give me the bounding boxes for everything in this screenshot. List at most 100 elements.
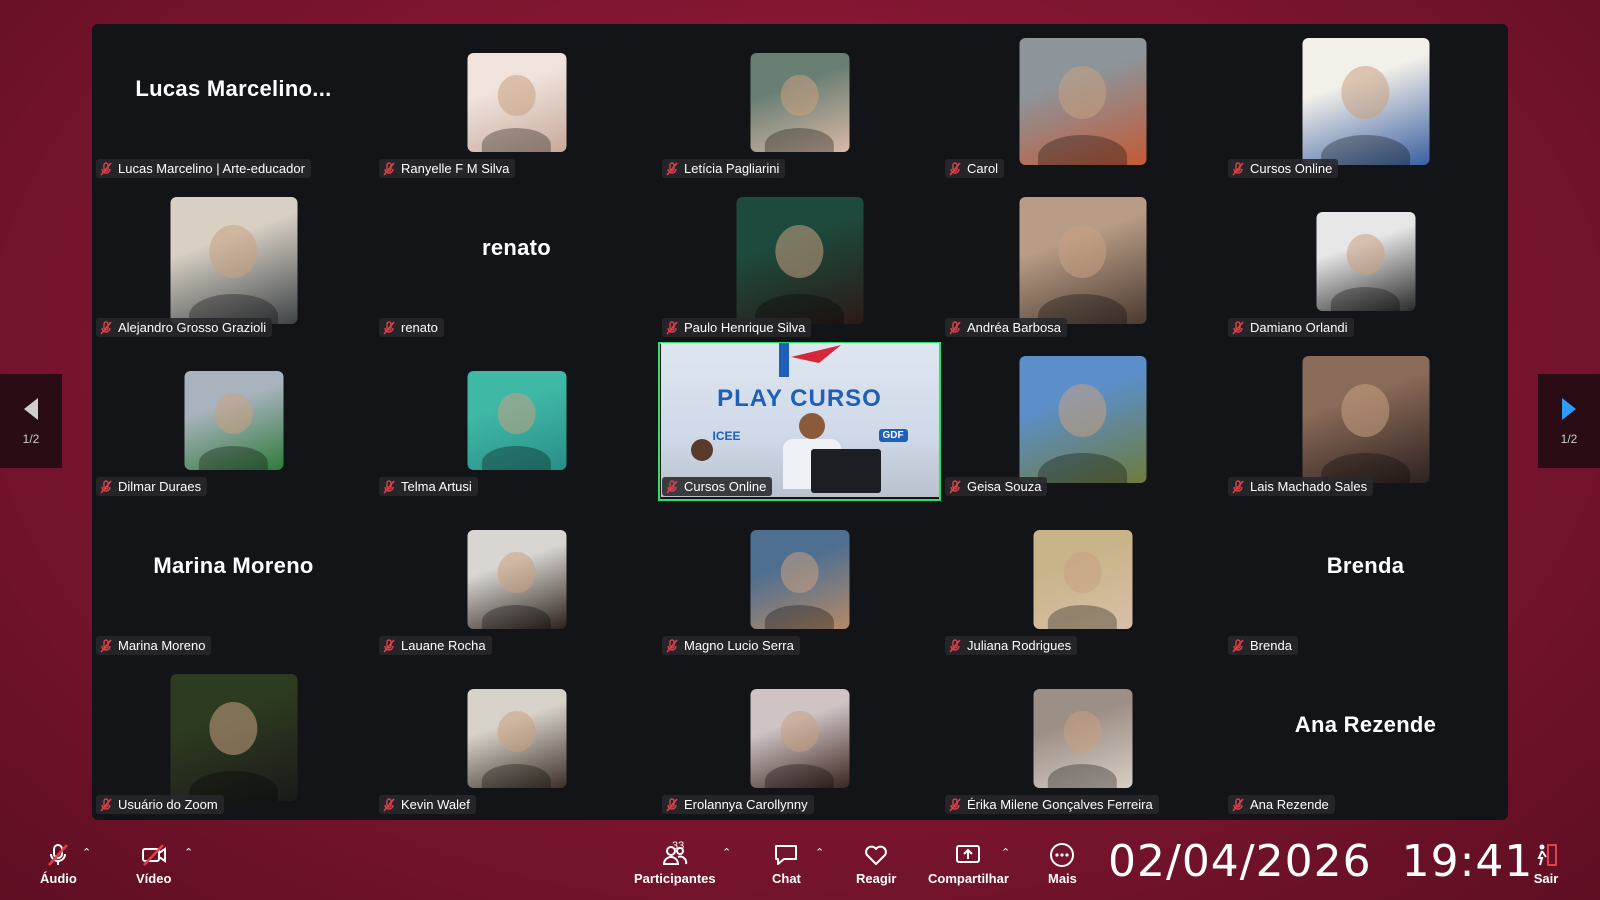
- participant-tile[interactable]: Damiano Orlandi: [1224, 183, 1507, 342]
- participant-video: [467, 689, 566, 788]
- mic-off-icon: [666, 161, 678, 176]
- participant-name-label: Cursos Online: [662, 477, 773, 496]
- participant-name-label: Letícia Pagliarini: [662, 159, 786, 178]
- participant-name: Damiano Orlandi: [1250, 320, 1348, 335]
- person-silhouette: [209, 224, 258, 279]
- participant-tile[interactable]: Magno Lucio Serra: [658, 501, 941, 660]
- video-gallery: Lucas Marcelino... Lucas Marcelino | Arte…: [92, 24, 1508, 820]
- participant-name: Érika Milene Gonçalves Ferreira: [967, 797, 1153, 812]
- audio-button[interactable]: Áudio: [40, 842, 77, 886]
- participant-tile[interactable]: Erolannya Carollynny: [658, 660, 941, 819]
- participant-name: Brenda: [1250, 638, 1292, 653]
- person-torso: [481, 128, 552, 152]
- page-indicator: 1/2: [1560, 432, 1578, 446]
- participant-tile[interactable]: Érika Milene Gonçalves Ferreira: [941, 660, 1224, 819]
- participant-video: [170, 197, 297, 324]
- participant-tile[interactable]: Juliana Rodrigues: [941, 501, 1224, 660]
- participant-tile[interactable]: Kevin Walef: [375, 660, 658, 819]
- leave-button[interactable]: Sair: [1533, 842, 1559, 886]
- participant-name-label: Alejandro Grosso Grazioli: [96, 318, 273, 337]
- react-button[interactable]: Reagir: [856, 842, 896, 886]
- stream-logo-right: GDF: [878, 429, 908, 442]
- participant-video: [1033, 530, 1132, 629]
- audio-options-caret[interactable]: ⌃: [82, 846, 91, 859]
- participant-name: renato: [401, 320, 438, 335]
- mic-off-icon: [1232, 320, 1244, 335]
- video-options-caret[interactable]: ⌃: [184, 846, 193, 859]
- video-button[interactable]: Vídeo: [136, 842, 171, 886]
- chat-button[interactable]: Chat: [772, 842, 801, 886]
- mic-off-icon: [383, 161, 395, 176]
- participant-tile[interactable]: Cursos Online: [1224, 24, 1507, 183]
- participant-tile[interactable]: Andréa Barbosa: [941, 183, 1224, 342]
- person-silhouette: [780, 551, 819, 594]
- mic-off-icon: [666, 638, 678, 653]
- mic-off-icon: [48, 844, 69, 866]
- participant-tile[interactable]: Carol: [941, 24, 1224, 183]
- participant-name-label: Lauane Rocha: [379, 636, 492, 655]
- chevron-left-icon: [24, 398, 38, 420]
- person-torso: [1047, 605, 1118, 629]
- participants-button[interactable]: 33 Participantes: [634, 840, 716, 886]
- participant-tile[interactable]: renato renato: [375, 183, 658, 342]
- participant-tile[interactable]: Usuário do Zoom: [92, 660, 375, 819]
- mic-off-icon: [1232, 479, 1244, 494]
- participant-video: [1019, 38, 1146, 165]
- participant-tile[interactable]: Letícia Pagliarini: [658, 24, 941, 183]
- share-options-caret[interactable]: ⌃: [1001, 846, 1010, 859]
- page-indicator: 1/2: [22, 432, 40, 446]
- participant-tile[interactable]: Telma Artusi: [375, 342, 658, 501]
- interpreter-figure: [690, 439, 713, 461]
- participant-video: [467, 53, 566, 152]
- participant-video: [1019, 197, 1146, 324]
- person-silhouette: [1346, 233, 1385, 276]
- audio-label: Áudio: [40, 871, 77, 886]
- share-button[interactable]: Compartilhar: [928, 842, 1009, 886]
- previous-page-button[interactable]: 1/2: [0, 374, 62, 468]
- stream-banner: PLAY CURSO: [717, 385, 882, 412]
- participants-count: 33: [672, 840, 685, 852]
- participant-name-label: renato: [379, 318, 444, 337]
- participant-name-label: Érika Milene Gonçalves Ferreira: [945, 795, 1159, 814]
- participant-tile[interactable]: Brenda Brenda: [1224, 501, 1507, 660]
- person-silhouette: [214, 392, 253, 435]
- participant-tile[interactable]: Lauane Rocha: [375, 501, 658, 660]
- participant-tile[interactable]: Marina Moreno Marina Moreno: [92, 501, 375, 660]
- mic-off-icon: [100, 797, 112, 812]
- participant-tile[interactable]: Dilmar Duraes: [92, 342, 375, 501]
- shared-video-stream: PLAY CURSO ICEE GDF: [660, 343, 939, 497]
- participant-tile[interactable]: Ranyelle F M Silva: [375, 24, 658, 183]
- participant-tile[interactable]: Paulo Henrique Silva: [658, 183, 941, 342]
- participant-name-label: Brenda: [1228, 636, 1298, 655]
- chat-options-caret[interactable]: ⌃: [815, 846, 824, 859]
- stream-logo-left: ICEE: [712, 429, 741, 443]
- participants-label: Participantes: [634, 871, 716, 886]
- person-silhouette: [209, 701, 258, 756]
- next-page-button[interactable]: 1/2: [1538, 374, 1600, 468]
- participant-tile[interactable]: Geisa Souza: [941, 342, 1224, 501]
- participant-name: Lais Machado Sales: [1250, 479, 1368, 494]
- mic-off-icon: [666, 797, 678, 812]
- share-label: Compartilhar: [928, 871, 1009, 886]
- participant-name-label: Marina Moreno: [96, 636, 212, 655]
- participant-tile[interactable]: Lais Machado Sales: [1224, 342, 1507, 501]
- participant-name: Kevin Walef: [401, 797, 470, 812]
- person-torso: [1038, 134, 1127, 165]
- more-button[interactable]: Mais: [1048, 842, 1077, 886]
- participant-name-label: Usuário do Zoom: [96, 795, 224, 814]
- mic-off-icon: [100, 161, 112, 176]
- share-screen-icon: [956, 845, 981, 863]
- chat-icon: [775, 845, 798, 865]
- more-label: Mais: [1048, 871, 1077, 886]
- participants-options-caret[interactable]: ⌃: [722, 846, 731, 859]
- participant-tile[interactable]: Alejandro Grosso Grazioli: [92, 183, 375, 342]
- participant-name: Erolannya Carollynny: [684, 797, 808, 812]
- participant-tile[interactable]: Lucas Marcelino... Lucas Marcelino | Arte…: [92, 24, 375, 183]
- participant-name: Usuário do Zoom: [118, 797, 218, 812]
- participant-name: Alejandro Grosso Grazioli: [118, 320, 267, 335]
- date-time-display: 02/04/2026 19:41: [1108, 836, 1563, 887]
- participant-tile[interactable]: PLAY CURSO ICEE GDF Cursos Online: [658, 342, 941, 501]
- mic-off-icon: [666, 479, 678, 494]
- mic-off-icon: [949, 638, 961, 653]
- participant-tile[interactable]: Ana Rezende Ana Rezende: [1224, 660, 1507, 819]
